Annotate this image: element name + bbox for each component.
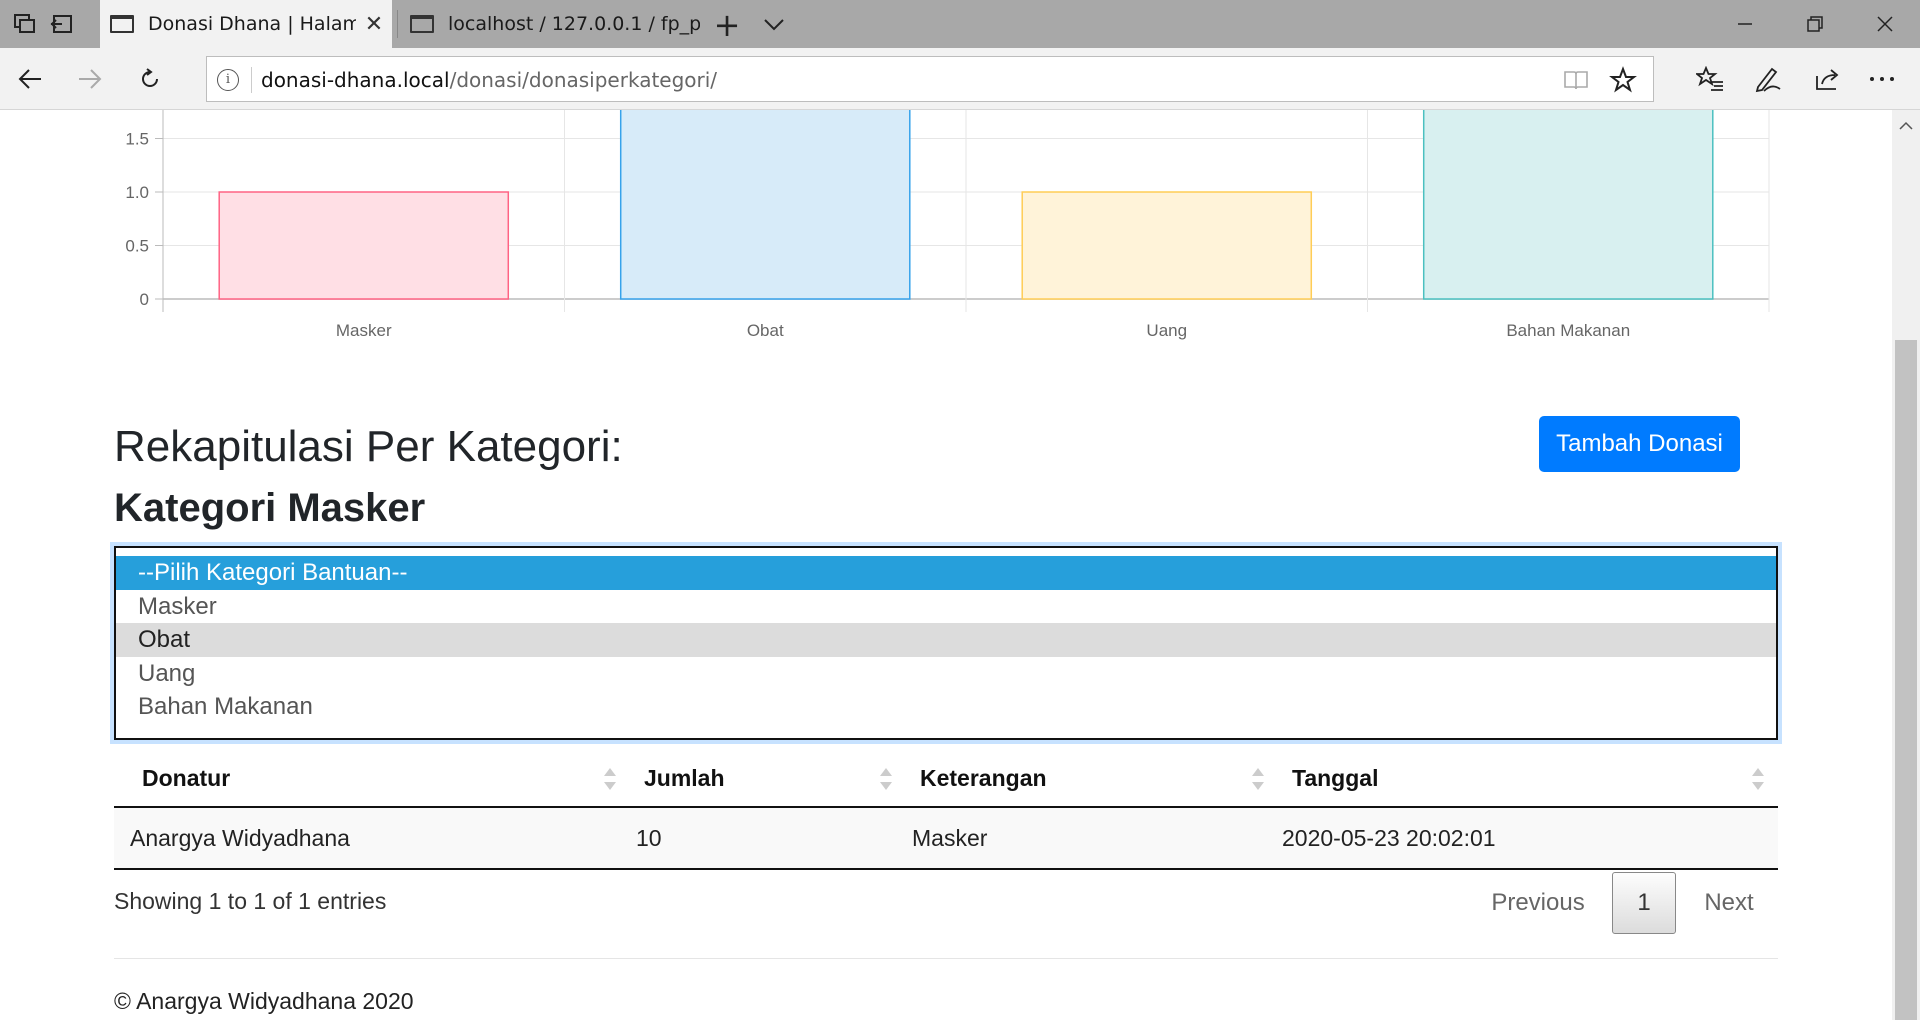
column-header-label: Donatur [142, 764, 231, 791]
tab-manager-icon[interactable] [10, 10, 40, 38]
scroll-up-icon[interactable] [1898, 118, 1914, 132]
category-heading: Kategori Masker [114, 486, 426, 530]
category-select[interactable]: --Pilih Kategori Bantuan-- Masker Obat U… [114, 546, 1778, 740]
bar-obat [619, 110, 911, 300]
next-page-button[interactable]: Next [1690, 872, 1768, 934]
column-header-tanggal[interactable]: Tanggal [1278, 750, 1778, 808]
column-header-keterangan[interactable]: Keterangan [906, 750, 1278, 808]
page-icon [410, 15, 434, 33]
tab-divider [397, 10, 398, 38]
sort-icon [880, 768, 892, 790]
tab-title: Donasi Dhana | Halama [148, 13, 356, 35]
option-uang[interactable]: Uang [116, 657, 1776, 691]
page-1-button[interactable]: 1 [1612, 872, 1676, 934]
site-info-icon[interactable]: i [217, 69, 239, 91]
chevron-down-icon[interactable] [760, 10, 788, 38]
table-row: Anargya Widyadhana 10 Masker 2020-05-23 … [114, 807, 1778, 870]
favorites-list-icon[interactable] [1690, 60, 1730, 98]
back-arrow-icon[interactable] [10, 60, 50, 98]
forward-arrow-icon[interactable] [70, 60, 110, 98]
scrollbar-thumb[interactable] [1895, 340, 1917, 1020]
y-tick-label: 0 [140, 290, 149, 309]
address-bar-row: i donasi-dhana.local/donasi/donasiperkat… [0, 48, 1920, 110]
bar-bahan-makanan [1422, 110, 1714, 300]
option-bahan-makanan[interactable]: Bahan Makanan [116, 690, 1776, 724]
option-obat[interactable]: Obat [116, 623, 1776, 657]
tab-title: localhost / 127.0.0.1 / fp_pb [448, 13, 700, 35]
close-tab-icon[interactable]: ✕ [356, 12, 392, 37]
donation-bar-chart: 0 0.5 1.0 1.5 Masker Obat Uang Bahan Makanan [110, 110, 1790, 350]
x-tick-label: Uang [1146, 321, 1187, 340]
vertical-scrollbar[interactable] [1892, 110, 1920, 1020]
url-path: /donasi/donasiperkategori/ [449, 68, 718, 92]
x-tick-label: Obat [747, 321, 784, 340]
table-info: Showing 1 to 1 of 1 entries [114, 888, 387, 914]
reading-view-icon[interactable] [1563, 69, 1589, 91]
y-tick-label: 0.5 [125, 237, 149, 256]
sort-icon [1752, 768, 1764, 790]
column-header-jumlah[interactable]: Jumlah [630, 750, 906, 808]
column-header-label: Keterangan [920, 764, 1047, 791]
column-header-donatur[interactable]: Donatur [114, 750, 630, 808]
url-text: donasi-dhana.local/donasi/donasiperkateg… [261, 68, 717, 92]
option-masker[interactable]: Masker [116, 590, 1776, 624]
x-tick-label: Masker [336, 321, 392, 340]
url-divider [251, 67, 252, 93]
bar-masker [218, 191, 510, 300]
bar-uang [1021, 191, 1313, 300]
url-field[interactable]: i donasi-dhana.local/donasi/donasiperkat… [206, 56, 1654, 102]
table-header-row: Donatur Jumlah Keterangan Tanggal [114, 750, 1778, 808]
share-icon[interactable] [1808, 60, 1848, 98]
cell-jumlah: 10 [630, 807, 906, 870]
footer-divider [114, 958, 1778, 959]
cell-tanggal: 2020-05-23 20:02:01 [1278, 807, 1778, 870]
favorite-star-icon[interactable] [1609, 66, 1639, 94]
close-window-icon[interactable] [1850, 0, 1920, 48]
donation-table: Donatur Jumlah Keterangan Tanggal Anargy… [114, 750, 1778, 870]
y-tick-label: 1.0 [125, 183, 149, 202]
new-tab-icon[interactable]: + [710, 6, 744, 44]
cell-keterangan: Masker [906, 807, 1278, 870]
tab-localhost[interactable]: localhost / 127.0.0.1 / fp_pb [400, 0, 700, 48]
url-host: donasi-dhana.local [261, 68, 450, 92]
sort-icon [604, 768, 616, 790]
page-viewport: 0 0.5 1.0 1.5 Masker Obat Uang Bahan Makanan Re… [0, 110, 1892, 1020]
more-options-icon[interactable] [1862, 60, 1902, 98]
chart-svg: 0 0.5 1.0 1.5 Masker Obat Uang Bahan Makanan [125, 110, 1770, 340]
tab-donasi-dhana[interactable]: Donasi Dhana | Halama ✕ [100, 0, 392, 48]
y-tick-label: 1.5 [125, 130, 149, 149]
x-tick-label: Bahan Makanan [1506, 321, 1630, 340]
set-tabs-aside-icon[interactable] [46, 10, 76, 38]
page-icon [110, 15, 134, 33]
column-header-label: Jumlah [644, 764, 725, 791]
browser-tab-bar: Donasi Dhana | Halama ✕ localhost / 127.… [0, 0, 1920, 48]
column-header-label: Tanggal [1292, 764, 1379, 791]
minimize-icon[interactable] [1710, 0, 1780, 48]
page-title: Rekapitulasi Per Kategori: [114, 422, 623, 471]
cell-donatur: Anargya Widyadhana [114, 807, 630, 870]
footer-copyright: © Anargya Widyadhana 2020 [114, 988, 414, 1014]
refresh-icon[interactable] [130, 60, 170, 98]
add-donation-button[interactable]: Tambah Donasi [1539, 416, 1740, 472]
pen-notes-icon[interactable] [1748, 60, 1788, 98]
sort-icon [1252, 768, 1264, 790]
restore-icon[interactable] [1780, 0, 1850, 48]
previous-page-button[interactable]: Previous [1480, 872, 1596, 934]
option-placeholder[interactable]: --Pilih Kategori Bantuan-- [116, 556, 1776, 590]
